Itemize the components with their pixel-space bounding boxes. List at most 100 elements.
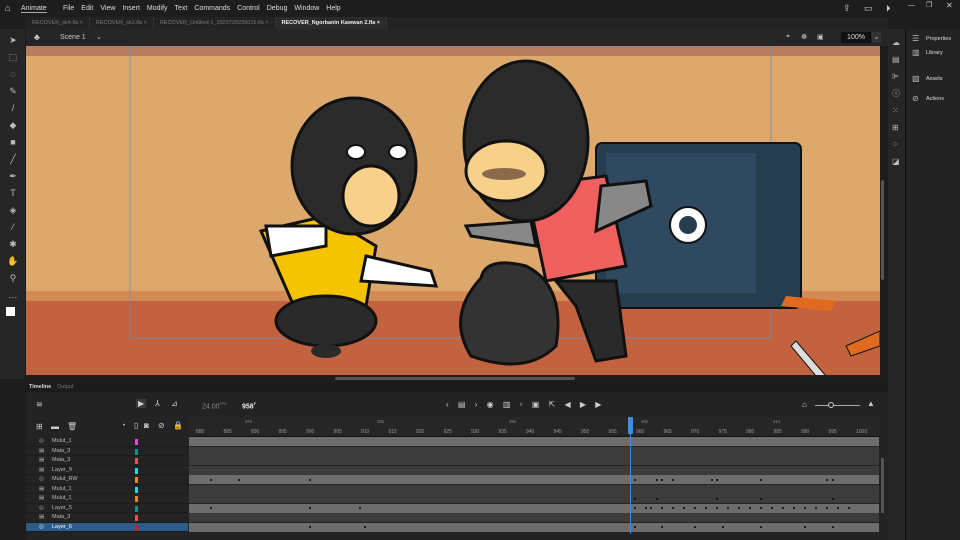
step-back-icon[interactable]: ◀ (564, 400, 570, 409)
library-icon[interactable]: ▤ (892, 51, 905, 68)
menu-insert[interactable]: Insert (122, 5, 140, 12)
hide-icon[interactable]: ⊘ (158, 421, 165, 430)
subselection-tool-icon[interactable]: ⬚ (7, 51, 19, 63)
properties-icon[interactable]: ☁ (892, 34, 905, 51)
keyframe[interactable] (815, 507, 817, 509)
keyframe[interactable] (309, 507, 311, 509)
motion-icon[interactable]: ⁘ (892, 136, 905, 153)
keyframe[interactable] (826, 507, 828, 509)
close-tab-icon[interactable]: × (78, 20, 83, 26)
keyframe[interactable] (672, 478, 674, 481)
keyframe[interactable] (782, 507, 784, 509)
keyframe[interactable] (721, 526, 724, 528)
stage-vertical-scrollbar[interactable] (881, 180, 884, 280)
keyframe[interactable] (694, 507, 696, 509)
info-icon[interactable]: ⓘ (892, 85, 905, 102)
layer-row[interactable]: ▤ Mata_3 (26, 513, 188, 523)
visible-icon[interactable]: ◎ (39, 475, 44, 485)
zoom-tool-icon[interactable]: ⚲ (7, 272, 19, 284)
layer-row[interactable]: ◎ Mulut_1 (26, 437, 188, 447)
layer-color-swatch[interactable] (135, 448, 138, 455)
keyframe[interactable] (826, 478, 828, 481)
onion-skin-icon[interactable]: ◉ (487, 400, 494, 409)
menu-help[interactable]: Help (326, 5, 340, 12)
layer-icon[interactable]: ▤ (39, 494, 44, 504)
outline-icon[interactable]: ▯ (134, 421, 138, 430)
insert-keyframe-icon[interactable]: ▤ (458, 400, 466, 409)
keyframe[interactable] (655, 497, 658, 500)
layer-color-swatch[interactable] (135, 505, 138, 512)
frame-row[interactable] (189, 513, 879, 522)
layer-color-swatch[interactable] (135, 439, 138, 445)
keyframe[interactable] (683, 507, 685, 509)
loop-icon[interactable]: ⇱ (549, 400, 556, 409)
brush-icon[interactable]: / (7, 102, 19, 114)
layer-row[interactable]: ▤ Layer_9 (26, 466, 188, 475)
code-icon[interactable]: ◪ (892, 153, 905, 170)
keyframe[interactable] (633, 497, 636, 500)
chevron-down-icon[interactable]: ⌄ (96, 33, 102, 41)
keyframe[interactable] (804, 526, 806, 528)
menu-view[interactable]: View (100, 5, 115, 12)
layers-icon[interactable]: ≋ (36, 400, 43, 409)
camera-layer-icon[interactable]: ◙ (144, 421, 149, 430)
mountain-icon[interactable]: ▲ (867, 399, 875, 408)
layer-row[interactable]: ◎ Layer_6 (26, 522, 188, 532)
eraser-icon[interactable]: ◆ (7, 119, 19, 131)
frame-row[interactable] (189, 494, 879, 503)
layer-row[interactable]: ◎ Layer_5 (26, 504, 188, 513)
new-folder-icon[interactable]: ▬ (51, 422, 59, 431)
pen-tool-icon[interactable]: ✒ (7, 170, 19, 182)
panel-icon[interactable]: ▭ (864, 3, 873, 14)
keyframe[interactable] (804, 507, 806, 509)
keyframe[interactable] (793, 507, 795, 509)
rotate-stage-icon[interactable]: ☸ (801, 33, 807, 41)
keyframe[interactable] (710, 478, 713, 481)
keyframe[interactable] (309, 526, 311, 528)
share-icon[interactable]: ⇪ (843, 3, 851, 14)
close-tab-icon[interactable]: × (142, 20, 147, 26)
scene-label[interactable]: Scene 1 (60, 34, 86, 41)
frame-row[interactable] (189, 446, 879, 456)
keyframe[interactable] (760, 526, 762, 528)
keyframe[interactable] (705, 507, 707, 509)
frame-row[interactable] (189, 437, 879, 446)
menu-file[interactable]: File (63, 5, 74, 12)
keyframe[interactable] (633, 478, 636, 481)
text-tool-icon[interactable]: T (7, 187, 19, 199)
close-button[interactable]: ✕ (946, 1, 953, 10)
keyframe[interactable] (210, 478, 212, 481)
layer-icon[interactable]: ▤ (39, 447, 44, 457)
more-tools-icon[interactable]: … (7, 289, 19, 301)
timeline-zoom-slider[interactable] (815, 402, 860, 408)
playhead-handle[interactable] (628, 417, 633, 434)
keyframe[interactable] (738, 507, 740, 509)
layer-color-swatch[interactable] (135, 496, 138, 502)
paint-bucket-icon[interactable]: ◈ (7, 204, 19, 216)
menu-control[interactable]: Control (237, 5, 260, 12)
save-icon[interactable]: ▣ (532, 400, 540, 409)
frame-ruler[interactable]: 880 885 890 895 900 905 910 915 920 925 930 935 940 9… (189, 417, 879, 437)
close-tab-icon[interactable]: × (264, 20, 268, 26)
keyframe[interactable] (237, 478, 240, 481)
stage-canvas[interactable] (26, 46, 880, 375)
frame-row[interactable] (189, 522, 879, 532)
lock-icon[interactable]: 🔒 (173, 421, 183, 430)
home-icon[interactable]: ⌂ (5, 3, 10, 13)
keyframe[interactable] (694, 526, 696, 528)
layer-icon[interactable]: ▤ (39, 513, 44, 523)
keyframe[interactable] (760, 478, 762, 481)
layer-color-swatch[interactable] (135, 458, 138, 464)
keyframe[interactable] (771, 507, 773, 509)
edit-multiple-icon[interactable]: ▥ (503, 400, 511, 409)
document-tab[interactable]: RECOVER_Ngorbanin Kawwan 2.fla × (275, 17, 388, 29)
fps-value[interactable]: 24.00FPS (202, 402, 226, 410)
eyedropper-icon[interactable]: ⁄ (7, 221, 19, 233)
keyframe[interactable] (650, 507, 652, 509)
sync-icon[interactable]: ▫ (520, 400, 523, 409)
components-icon[interactable]: ⊞ (892, 119, 905, 136)
zoom-field[interactable]: 100% (841, 32, 871, 43)
library-panel-item[interactable]: ▥ Library (906, 43, 960, 63)
layer-color-swatch[interactable] (135, 467, 138, 474)
keyframe[interactable] (831, 497, 834, 500)
